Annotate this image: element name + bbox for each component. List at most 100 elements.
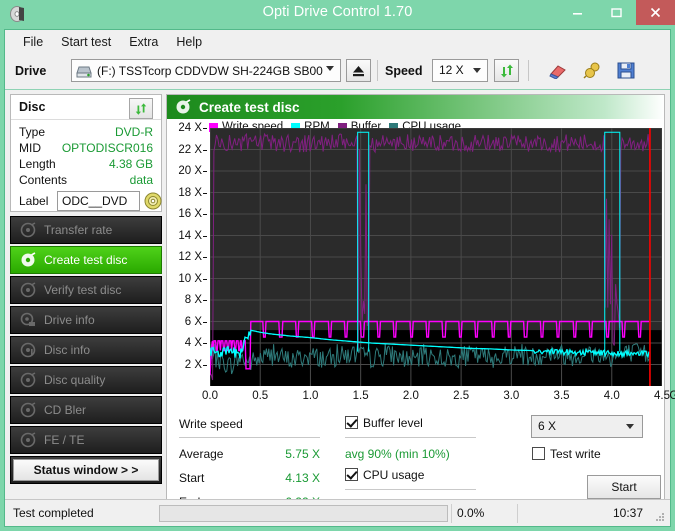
y-tick-label: 2 X	[185, 359, 202, 371]
disc-quality-icon	[20, 372, 36, 388]
refresh-icon	[499, 63, 515, 79]
save-button[interactable]	[613, 59, 639, 82]
sidebar-item-create-test-disc[interactable]: Create test disc	[10, 246, 162, 274]
y-tick-mark	[203, 128, 207, 129]
status-divider-2	[517, 504, 518, 523]
speed-value: 12 X	[439, 63, 464, 77]
x-axis: GB 0.00.51.01.52.02.53.03.54.04.5	[210, 388, 662, 406]
menu-file[interactable]: File	[14, 33, 52, 51]
y-tick-label: 22 X	[178, 144, 202, 156]
start-button[interactable]: Start	[587, 475, 661, 499]
disc-info-box: Disc Type DVD-R MID OPTODISCR016	[10, 94, 162, 212]
left-panel: Disc Type DVD-R MID OPTODISCR016	[10, 94, 162, 519]
x-tick-label: 1.0	[302, 390, 318, 402]
stats-panel: Write speed Average 5.75 X Start 4.13 X …	[179, 413, 662, 513]
sidebar-item-disc-quality[interactable]: Disc quality	[10, 366, 162, 394]
refresh-button[interactable]	[494, 59, 519, 82]
y-axis: 2 X4 X6 X8 X10 X12 X14 X16 X18 X20 X22 X…	[179, 128, 207, 386]
y-tick-label: 10 X	[178, 273, 202, 285]
toolbar-separator-2	[528, 60, 529, 81]
page-title: Create test disc	[199, 100, 300, 115]
disc-row-mid: MID OPTODISCR016	[11, 141, 161, 157]
cpu-usage-label: CPU usage	[363, 468, 424, 482]
eject-icon	[351, 64, 366, 78]
chevron-down-icon[interactable]	[473, 68, 481, 73]
bitsetting-button[interactable]	[579, 59, 605, 82]
disc-label-icon-button[interactable]	[143, 191, 163, 211]
disc-refresh-button[interactable]	[129, 98, 153, 119]
progress-percent: 0.0%	[457, 506, 484, 520]
disc-row-type: Type DVD-R	[11, 125, 161, 141]
cpu-usage-checkbox[interactable]	[345, 468, 358, 481]
minimize-button[interactable]	[558, 0, 597, 25]
sidebar-item-transfer-rate[interactable]: Transfer rate	[10, 216, 162, 244]
buffer-note: avg 90% (min 10%)	[345, 447, 450, 461]
write-speed-divider	[179, 437, 320, 438]
maximize-button[interactable]	[597, 0, 636, 25]
erase-button[interactable]	[545, 59, 571, 82]
y-tick-label: 12 X	[178, 251, 202, 263]
chart: 2 X4 X6 X8 X10 X12 X14 X16 X18 X20 X22 X…	[179, 128, 662, 413]
menu-start-test[interactable]: Start test	[52, 33, 120, 51]
buffer-level-label: Buffer level	[363, 416, 423, 430]
disc-fete-icon	[20, 432, 36, 448]
buffer-level-checkbox[interactable]	[345, 416, 358, 429]
x-tick-label: 0.0	[202, 390, 218, 402]
resize-grip-icon[interactable]	[654, 511, 666, 523]
stat-key-start: Start	[179, 471, 204, 485]
plot-area[interactable]	[210, 128, 662, 386]
toolbar-separator-1	[377, 60, 378, 81]
disc-value-mid: OPTODISCR016	[62, 141, 153, 155]
y-tick-mark	[203, 343, 207, 344]
sidebar-label-transfer-rate: Transfer rate	[44, 223, 112, 237]
bitsetting-icon	[583, 62, 602, 79]
speed-select[interactable]: 12 X	[432, 59, 488, 82]
status-window-button[interactable]: Status window > >	[13, 459, 159, 481]
x-tick-label: 3.0	[503, 390, 519, 402]
disc-label-input[interactable]: ODC__DVD	[57, 191, 140, 211]
drive-select[interactable]: (F:) TSSTcorp CDDVDW SH-224GB SB00	[71, 59, 341, 82]
sidebar-label-verify-test-disc: Verify test disc	[44, 283, 121, 297]
menu-help[interactable]: Help	[167, 33, 211, 51]
disc-key-type: Type	[19, 125, 45, 139]
sidebar-item-drive-info[interactable]: Drive info	[10, 306, 162, 334]
close-button[interactable]	[636, 0, 675, 25]
chevron-down-icon[interactable]	[326, 66, 334, 71]
disc-verify-icon	[20, 282, 36, 298]
sidebar-label-create-test-disc: Create test disc	[44, 253, 127, 267]
stat-value-start: 4.13 X	[259, 471, 320, 485]
title-bar: Opti Drive Control 1.70	[0, 0, 675, 29]
disc-write-icon	[175, 99, 191, 115]
sidebar-item-fe-te[interactable]: FE / TE	[10, 426, 162, 454]
disc-key-mid: MID	[19, 141, 41, 155]
menu-extra[interactable]: Extra	[120, 33, 167, 51]
sidebar-label-drive-info: Drive info	[44, 313, 95, 327]
status-bar: Test completed 0.0% 10:37	[5, 499, 670, 526]
status-divider-1	[451, 504, 452, 523]
application-window: Opti Drive Control 1.70 File Start test …	[0, 0, 675, 531]
write-speed-select[interactable]: 6 X	[531, 415, 643, 438]
drive-icon	[76, 64, 92, 78]
sidebar-item-cd-bler[interactable]: CD Bler	[10, 396, 162, 424]
y-tick-mark	[203, 171, 207, 172]
disc-label-row: Label ODC__DVD	[11, 191, 161, 213]
disc-value-length: 4.38 GB	[109, 157, 153, 171]
x-tick-label: 0.5	[252, 390, 268, 402]
disc-test-icon	[20, 222, 36, 238]
y-tick-label: 18 X	[178, 187, 202, 199]
y-tick-label: 16 X	[178, 208, 202, 220]
test-write-checkbox[interactable]	[532, 447, 545, 460]
eject-button[interactable]	[346, 59, 371, 82]
y-tick-mark	[203, 236, 207, 237]
sidebar-item-disc-info[interactable]: Disc info	[10, 336, 162, 364]
chevron-down-icon[interactable]	[626, 424, 634, 429]
y-tick-label: 24 X	[178, 122, 202, 134]
buffer-divider	[345, 437, 476, 438]
y-tick-mark	[203, 193, 207, 194]
disc-header-label: Disc	[19, 100, 45, 114]
client-area: File Start test Extra Help Drive (F:) TS…	[4, 29, 671, 527]
x-tick-label: 1.5	[353, 390, 369, 402]
toolbar: Drive (F:) TSSTcorp CDDVDW SH-224GB SB00…	[5, 53, 670, 90]
sidebar-item-verify-test-disc[interactable]: Verify test disc	[10, 276, 162, 304]
disc-icon	[144, 192, 162, 210]
